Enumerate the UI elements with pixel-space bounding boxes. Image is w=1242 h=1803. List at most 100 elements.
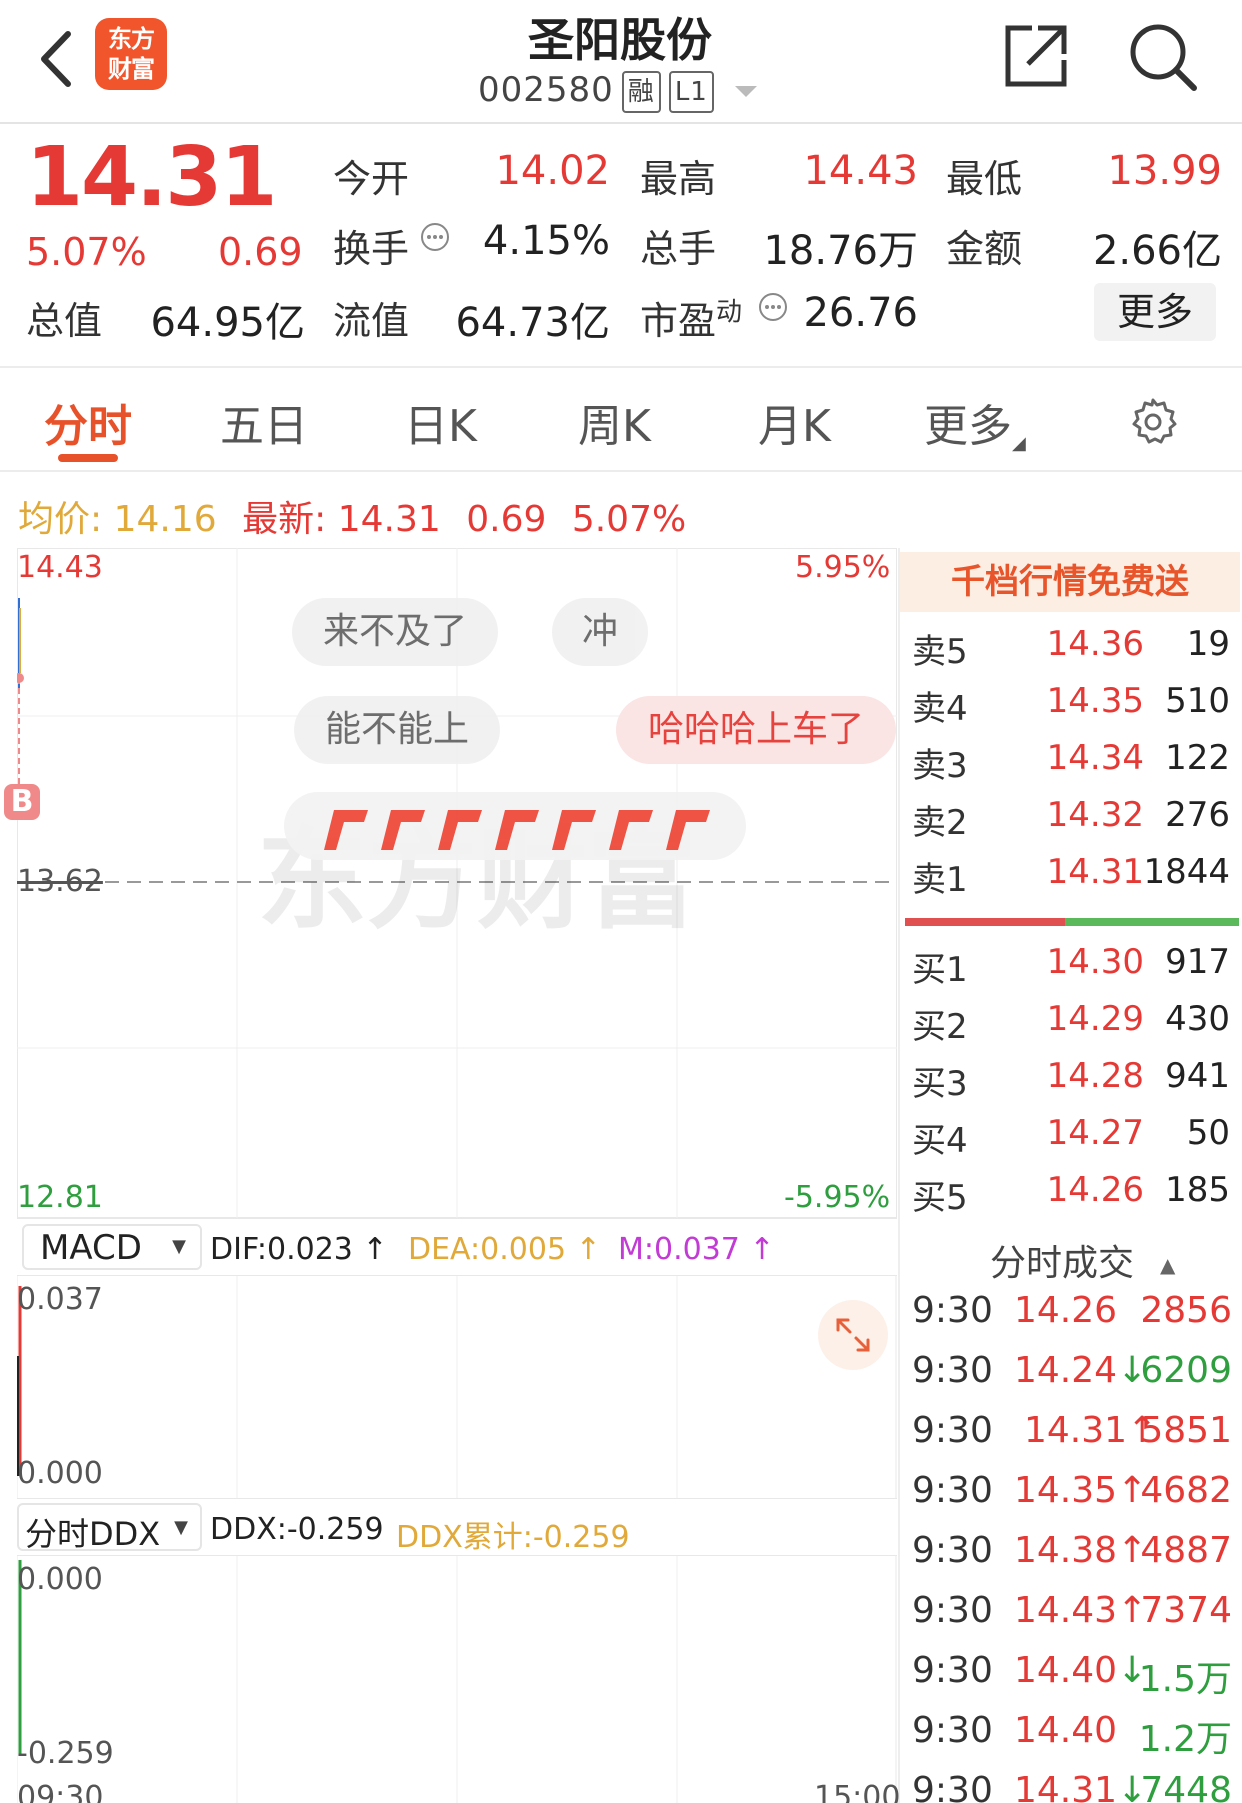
y-axis-mid: 13.62 [17, 864, 103, 899]
tick-time: 9:30 [912, 1410, 993, 1451]
low-value: 13.99 [1107, 148, 1222, 194]
stock-code-row[interactable]: 002580 融 L1 [478, 70, 714, 113]
search-icon[interactable] [1128, 22, 1198, 92]
tick-price-value: 14.31 [1024, 1410, 1128, 1451]
dropdown-caret-icon[interactable] [735, 86, 757, 97]
tick-volume: 4682 [1140, 1470, 1232, 1511]
ddx-cumulative: DDX累计:-0.259 [396, 1520, 630, 1555]
bid-price: 14.26 [1046, 1170, 1144, 1210]
tick-time: 9:30 [912, 1350, 993, 1391]
ddx-indicator-select[interactable]: 分时DDX ▼ [17, 1503, 202, 1553]
y-axis-pct-min: -5.95% [784, 1180, 891, 1215]
collapse-caret-icon: ▲ [1160, 1253, 1176, 1277]
tick-volume: 7374 [1140, 1590, 1232, 1631]
bid-price: 14.27 [1046, 1113, 1144, 1153]
settings-gear-icon[interactable] [1128, 396, 1178, 446]
buy-marker-badge[interactable]: B [4, 784, 40, 820]
open-value: 14.02 [495, 148, 610, 194]
divider [0, 366, 1242, 368]
high-value: 14.43 [803, 148, 918, 194]
float-cap-value: 64.73亿 [455, 300, 610, 346]
tab-weekly-k[interactable]: 周K [578, 390, 651, 454]
share-icon[interactable] [1002, 22, 1070, 90]
active-tab-indicator [58, 454, 118, 462]
corner-caret-icon: ◢ [1012, 433, 1026, 454]
ask-row-1: 卖1 14.31 1844 [912, 852, 1230, 908]
open-label: 今开 [333, 157, 410, 201]
bid-label: 买2 [912, 1007, 968, 1047]
comment-bubble-highlight[interactable]: 哈哈哈上车了 [616, 696, 896, 764]
bid-ask-ratio-bar [905, 918, 1239, 926]
expand-chart-button[interactable] [818, 1300, 888, 1370]
tick-volume: 1.2万 [1138, 1719, 1232, 1760]
tick-row: 9:30 14.43↑ 7374 [912, 1590, 1232, 1646]
ddx-y-top: 0.000 [17, 1562, 103, 1597]
change-amount: 0.69 [218, 230, 303, 274]
tab-daily-k[interactable]: 日K [404, 390, 477, 454]
ask-volume: 1844 [1143, 852, 1230, 892]
turnover-label: 换手 [333, 227, 410, 271]
comment-bubble[interactable]: 冲 [552, 598, 648, 666]
tick-volume: 2856 [1140, 1290, 1232, 1331]
x-axis-end: 15:00 [814, 1780, 901, 1803]
macd-select-label: MACD [40, 1228, 142, 1268]
stock-name[interactable]: 圣阳股份 [420, 4, 820, 70]
current-price: 14.31 [26, 130, 277, 225]
ask-label: 卖5 [912, 632, 968, 672]
high-label: 最高 [640, 157, 717, 201]
ask-price: 14.34 [1046, 738, 1144, 778]
ddx-chart[interactable] [17, 1556, 897, 1803]
bid-label: 买4 [912, 1121, 968, 1161]
bid-price: 14.30 [1046, 942, 1144, 982]
info-dots-icon[interactable] [420, 222, 450, 252]
ask-label: 卖4 [912, 689, 968, 729]
bid-label: 买3 [912, 1064, 968, 1104]
comment-bubble[interactable]: 能不能上 [294, 696, 500, 764]
tab-intraday[interactable]: 分时 [44, 390, 132, 454]
tick-price-value: 14.26 [1014, 1290, 1118, 1331]
rocket-emoji-bubble[interactable] [284, 792, 746, 860]
tab-five-day[interactable]: 五日 [220, 390, 308, 454]
tick-volume: 6209 [1140, 1350, 1232, 1391]
panel-divider [898, 548, 900, 1803]
bid-row-3: 买3 14.28 941 [912, 1056, 1230, 1112]
comment-bubble[interactable]: 来不及了 [292, 598, 498, 666]
ticks-header[interactable]: 分时成交 ▲ [990, 1234, 1175, 1286]
info-dots-icon[interactable] [758, 292, 788, 322]
change-percent: 5.07% [26, 230, 147, 274]
price-info-line: 均价: 14.16 最新: 14.31 0.69 5.07% [18, 490, 686, 542]
ask-row-2: 卖2 14.32 276 [912, 795, 1230, 851]
tick-price-value: 14.35 [1014, 1470, 1118, 1511]
order-book-promo-banner[interactable]: 千档行情免费送 [900, 552, 1240, 612]
market-cap-label: 总值 [26, 299, 103, 343]
top-nav-bar: 东方 财富 圣阳股份 002580 融 L1 [0, 0, 1242, 124]
bid-volume: 917 [1165, 942, 1230, 982]
ask-price: 14.35 [1046, 681, 1144, 721]
pe-value: 26.76 [803, 290, 918, 336]
back-arrow-icon[interactable] [34, 24, 84, 94]
tick-time: 9:30 [912, 1470, 993, 1511]
eastmoney-logo[interactable]: 东方 财富 [95, 18, 167, 90]
tick-time: 9:30 [912, 1590, 993, 1631]
bid-volume: 185 [1165, 1170, 1230, 1210]
macd-chart[interactable] [17, 1276, 897, 1498]
avg-value: 14.16 [113, 499, 217, 540]
amount-value: 2.66亿 [1092, 228, 1222, 274]
macd-indicator-select[interactable]: MACD ▼ [22, 1224, 202, 1270]
chevron-down-icon: ▼ [174, 1517, 188, 1538]
tab-monthly-k[interactable]: 月K [758, 390, 831, 454]
macd-dea: DEA:0.005 ↑ [408, 1232, 601, 1267]
bid-volume: 430 [1165, 999, 1230, 1039]
more-quote-button[interactable]: 更多 [1094, 283, 1216, 341]
volume-value: 18.76万 [763, 228, 918, 274]
expand-arrows-icon [836, 1318, 870, 1352]
tick-time: 9:30 [912, 1710, 993, 1751]
tick-volume: 5851 [1140, 1410, 1232, 1451]
rocket-stripes-icon [324, 810, 710, 850]
ask-label: 卖2 [912, 803, 968, 843]
logo-text-line1: 东方 [108, 25, 155, 53]
tick-volume: 1.5万 [1138, 1659, 1232, 1700]
bid-label: 买5 [912, 1178, 968, 1218]
tick-row: 9:30 14.26 2856 [912, 1290, 1232, 1346]
tab-more[interactable]: 更多◢ [924, 390, 1026, 454]
